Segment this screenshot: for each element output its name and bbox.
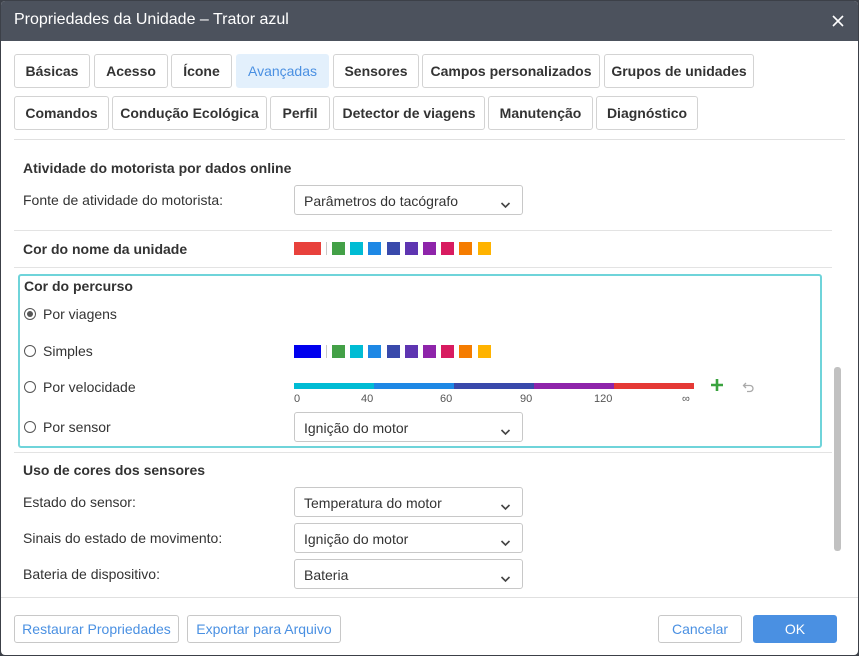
- chevron-down-icon: [500, 196, 511, 209]
- speed-tick-label: 90: [520, 393, 533, 405]
- route-sensor-select[interactable]: Ignição do motor: [294, 412, 523, 442]
- unit-name-color-heading: Cor do nome da unidade: [23, 241, 188, 257]
- title-bar: Propriedades da Unidade – Trator azul: [1, 1, 858, 41]
- sensor-state-select[interactable]: Temperatura do motor: [294, 487, 523, 517]
- color-swatch[interactable]: [404, 242, 418, 255]
- radio-by-trips[interactable]: [24, 308, 36, 320]
- color-swatch[interactable]: [386, 345, 400, 358]
- driver-activity-source-label: Fonte de atividade do motorista:: [23, 192, 224, 208]
- color-swatch[interactable]: [477, 345, 491, 358]
- sensor-colors-heading: Uso de cores dos sensores: [23, 462, 206, 478]
- route-sensor-value: Ignição do motor: [304, 420, 409, 436]
- color-swatch[interactable]: [332, 242, 345, 255]
- battery-value: Bateria: [304, 567, 349, 583]
- color-swatch[interactable]: [441, 345, 455, 358]
- tab-sensores[interactable]: Sensores: [333, 54, 419, 88]
- chevron-down-icon: [500, 423, 511, 436]
- color-swatch[interactable]: [386, 242, 400, 255]
- color-swatch[interactable]: [404, 345, 418, 358]
- battery-select[interactable]: Bateria: [294, 559, 523, 589]
- tab-manutencao[interactable]: Manutenção: [488, 96, 593, 130]
- window-title: Propriedades da Unidade – Trator azul: [14, 11, 289, 28]
- palette-divider: [326, 242, 327, 255]
- driver-activity-heading: Atividade do motorista por dados online: [23, 160, 292, 176]
- sensor-state-label: Estado do sensor:: [23, 494, 136, 510]
- speed-color-bar[interactable]: [294, 383, 694, 389]
- advanced-settings-panel: Atividade do motorista por dados online …: [14, 151, 832, 591]
- section-divider: [14, 452, 832, 453]
- chevron-down-icon: [500, 570, 511, 583]
- tab-avancadas[interactable]: Avançadas: [236, 54, 329, 88]
- palette-divider: [326, 345, 327, 358]
- speed-tick-label: 0: [294, 393, 301, 405]
- movement-state-select[interactable]: Ignição do motor: [294, 523, 523, 553]
- speed-color-segment[interactable]: [454, 383, 534, 389]
- tabs-divider: [14, 139, 845, 140]
- tab-icone[interactable]: Ícone: [171, 54, 232, 88]
- speed-tick-label: 60: [440, 393, 453, 405]
- movement-state-label: Sinais do estado de movimento:: [23, 530, 223, 546]
- color-swatch[interactable]: [459, 345, 473, 358]
- driver-activity-source-value: Parâmetros do tacógrafo: [304, 193, 459, 209]
- speed-color-segment[interactable]: [534, 383, 614, 389]
- radio-by-speed[interactable]: [24, 381, 36, 393]
- driver-activity-source-select[interactable]: Parâmetros do tacógrafo: [294, 185, 523, 215]
- plus-icon[interactable]: [710, 378, 724, 392]
- speed-color-segment[interactable]: [374, 383, 454, 389]
- speed-tick-label: 40: [361, 393, 374, 405]
- chevron-down-icon: [500, 498, 511, 511]
- color-swatch[interactable]: [350, 242, 364, 255]
- color-swatch[interactable]: [368, 345, 382, 358]
- sensor-state-value: Temperatura do motor: [304, 495, 442, 511]
- chevron-down-icon: [500, 534, 511, 547]
- tab-detector-de-viagens[interactable]: Detector de viagens: [333, 96, 485, 130]
- tab-conducao-ecologica[interactable]: Condução Ecológica: [112, 96, 267, 130]
- color-swatch[interactable]: [350, 345, 364, 358]
- speed-color-segment[interactable]: [614, 383, 694, 389]
- export-to-file-button[interactable]: Exportar para Arquivo: [187, 615, 341, 643]
- undo-icon[interactable]: [742, 380, 755, 393]
- tab-comandos[interactable]: Comandos: [14, 96, 109, 130]
- by-trips-label: Por viagens: [43, 306, 117, 322]
- section-divider: [14, 267, 832, 268]
- route-color-heading: Cor do percurso: [24, 278, 133, 294]
- color-swatch[interactable]: [368, 242, 382, 255]
- simple-label: Simples: [43, 343, 93, 359]
- simple-color-palette: [294, 345, 494, 358]
- tab-acesso[interactable]: Acesso: [94, 54, 168, 88]
- speed-tick-label: ∞: [682, 393, 690, 405]
- simple-selected-color[interactable]: [294, 345, 321, 358]
- radio-by-sensor[interactable]: [24, 421, 36, 433]
- color-swatch[interactable]: [423, 242, 436, 255]
- scrollbar-thumb[interactable]: [834, 367, 841, 551]
- section-divider: [14, 230, 832, 231]
- unit-name-selected-color[interactable]: [294, 242, 321, 255]
- color-swatch[interactable]: [332, 345, 345, 358]
- unit-name-color-palette: [294, 242, 494, 255]
- movement-state-value: Ignição do motor: [304, 531, 409, 547]
- color-swatch[interactable]: [441, 242, 455, 255]
- restore-properties-button[interactable]: Restaurar Propriedades: [14, 615, 179, 643]
- tab-grupos-de-unidades[interactable]: Grupos de unidades: [604, 54, 754, 88]
- speed-color-segment[interactable]: [294, 383, 374, 389]
- tab-basicas[interactable]: Básicas: [14, 54, 90, 88]
- by-speed-label: Por velocidade: [43, 379, 136, 395]
- tab-perfil[interactable]: Perfil: [270, 96, 330, 130]
- tab-diagnostico[interactable]: Diagnóstico: [596, 96, 698, 130]
- battery-label: Bateria de dispositivo:: [23, 566, 160, 582]
- ok-button[interactable]: OK: [753, 615, 837, 643]
- close-icon[interactable]: [828, 11, 848, 31]
- color-swatch[interactable]: [423, 345, 436, 358]
- color-swatch[interactable]: [477, 242, 491, 255]
- by-sensor-label: Por sensor: [43, 419, 111, 435]
- speed-tick-label: 120: [594, 393, 613, 405]
- footer-divider: [1, 597, 858, 598]
- tab-campos-personalizados[interactable]: Campos personalizados: [422, 54, 600, 88]
- color-swatch[interactable]: [459, 242, 473, 255]
- unit-properties-dialog: Propriedades da Unidade – Trator azul Bá…: [1, 1, 858, 655]
- cancel-button[interactable]: Cancelar: [658, 615, 742, 643]
- radio-simple[interactable]: [24, 345, 36, 357]
